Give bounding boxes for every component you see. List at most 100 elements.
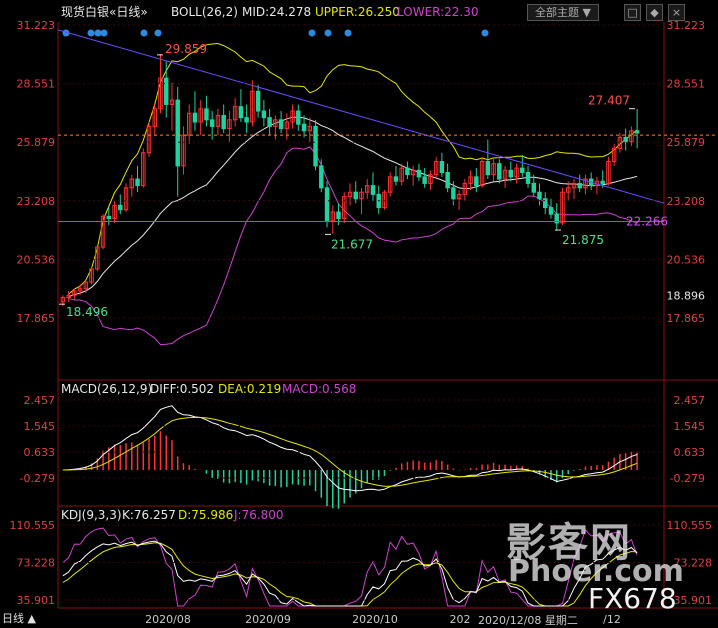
candle-body: [634, 130, 640, 134]
candle-body: [135, 178, 140, 187]
kdj-tick-right: 73.228: [674, 557, 713, 570]
kdj-d-line: [62, 542, 638, 607]
candle-body: [324, 187, 330, 222]
macd-label: MACD(26,12,9): [61, 382, 152, 396]
trend-line-down: [57, 29, 665, 204]
candle-body: [497, 163, 502, 180]
price-yaxis: 31.223 31.22328.551 28.55125.879 25.87923.2…: [17, 19, 706, 325]
candle-body: [623, 136, 628, 143]
macd-tick-right: 1.545: [674, 420, 706, 433]
boll-mid: MID:24.278: [242, 5, 311, 19]
candle-body: [336, 211, 341, 220]
event-dot: [308, 29, 316, 37]
boll-upper-line: [68, 42, 638, 295]
price-tick-right: 25.879: [667, 136, 706, 149]
event-dot: [140, 29, 148, 37]
kdj-tick-left: 35.901: [17, 594, 56, 607]
candle-body: [313, 125, 318, 167]
candle-body: [192, 112, 198, 123]
period-tab[interactable]: 日线 ▲: [2, 610, 36, 626]
annotation-label: 22.266: [626, 214, 668, 228]
kdj-d: D:75.986: [178, 508, 233, 522]
candle-body: [543, 198, 548, 209]
candle-body: [209, 119, 215, 127]
kdj-series: [62, 527, 638, 607]
candle-body: [537, 191, 542, 200]
macd-value: MACD:0.568: [282, 382, 356, 396]
kdj-j: J:76.800: [233, 508, 284, 522]
price-tick-right: 23.208: [667, 195, 706, 208]
current-price-label: 18.896: [667, 289, 706, 302]
kdj-tick-right: 35.901: [674, 594, 713, 607]
kdj-j-line: [62, 527, 638, 607]
x-axis-label: 2020/08: [145, 613, 191, 626]
x-axis-label: /12: [603, 613, 621, 626]
candle-body: [600, 180, 605, 184]
macd-diff: DIFF:0.502: [150, 382, 214, 396]
macd-yaxis: 2.457 2.457 1.545 1.545 0.633 0.633 -0.279 -0.2…: [20, 394, 705, 485]
theme-dropdown-button[interactable]: 全部主题 ▼: [527, 4, 599, 21]
header-symbol: 现货白银: [61, 4, 109, 19]
candle-body: [445, 171, 450, 189]
kdj-k-line: [62, 540, 638, 607]
candle-body: [520, 167, 525, 173]
boll-bands: [68, 42, 638, 346]
candle-body: [261, 110, 267, 119]
macd-tick-left: -0.279: [20, 472, 55, 485]
price-tick-left: 17.865: [17, 312, 56, 325]
annotation-label: 21.875: [562, 233, 604, 247]
candle-body: [439, 160, 445, 173]
event-dot: [481, 29, 489, 37]
candle-body: [525, 171, 531, 184]
price-tick-left: 20.536: [17, 253, 56, 266]
trend-lines: [57, 29, 718, 222]
price-tick-left: 23.208: [17, 195, 56, 208]
kdj-yaxis: 110.555 110.555 73.228 73.228 35.901 35.901: [10, 519, 713, 607]
candle-body: [175, 99, 180, 167]
minimize-button[interactable]: □: [624, 4, 641, 21]
candle-body: [255, 90, 261, 112]
event-dot: [344, 29, 352, 37]
macd-dea: DEA:0.219: [218, 382, 281, 396]
macd-tick-left: 2.457: [24, 394, 56, 407]
candle-body: [238, 106, 244, 119]
candle-body: [451, 187, 456, 200]
price-tick-left: 25.879: [17, 136, 56, 149]
header-period[interactable]: «日线»: [109, 5, 148, 19]
candles: [60, 54, 640, 307]
candle-body: [106, 215, 112, 220]
candle-body: [301, 123, 307, 132]
chart-canvas: 现货白银 «日线» BOLL(26,2) MID:24.278 UPPER:26…: [10, 4, 718, 626]
candle-body: [118, 204, 123, 211]
candle-body: [164, 77, 169, 105]
candle-body: [405, 167, 410, 176]
candle-body: [221, 114, 226, 130]
kdj-k: K:76.257: [122, 508, 176, 522]
candle-body: [577, 182, 582, 189]
macd-tick-right: 2.457: [674, 394, 706, 407]
event-markers: [62, 29, 489, 37]
pin-button[interactable]: ◆: [646, 4, 663, 21]
macd-tick-left: 0.633: [24, 446, 56, 459]
close-button[interactable]: ×: [668, 4, 685, 21]
x-axis-label: 2020/10: [352, 613, 398, 626]
macd-tick-right: -0.279: [670, 472, 705, 485]
annotation-label: 29.859: [165, 42, 207, 56]
annotation-label: 21.677: [331, 237, 373, 251]
macd-series: [62, 405, 638, 509]
price-tick-right: 17.865: [667, 312, 706, 325]
boll-label: BOLL(26,2): [171, 5, 238, 19]
price-tick-left: 31.223: [17, 19, 56, 32]
event-dot: [87, 29, 95, 37]
cursor-timestamp: 2020/12/08 星期二: [478, 614, 578, 627]
event-dot: [100, 29, 108, 37]
price-tick-right: 28.551: [667, 78, 706, 91]
candle-body: [531, 182, 536, 193]
candle-body: [416, 169, 422, 178]
annotation-label: 27.407: [588, 94, 630, 108]
candle-body: [204, 108, 209, 121]
kdj-tick-right: 110.555: [667, 519, 713, 532]
macd-tick-right: 0.633: [674, 446, 706, 459]
kdj-tick-left: 73.228: [17, 557, 56, 570]
candle-body: [474, 176, 479, 187]
